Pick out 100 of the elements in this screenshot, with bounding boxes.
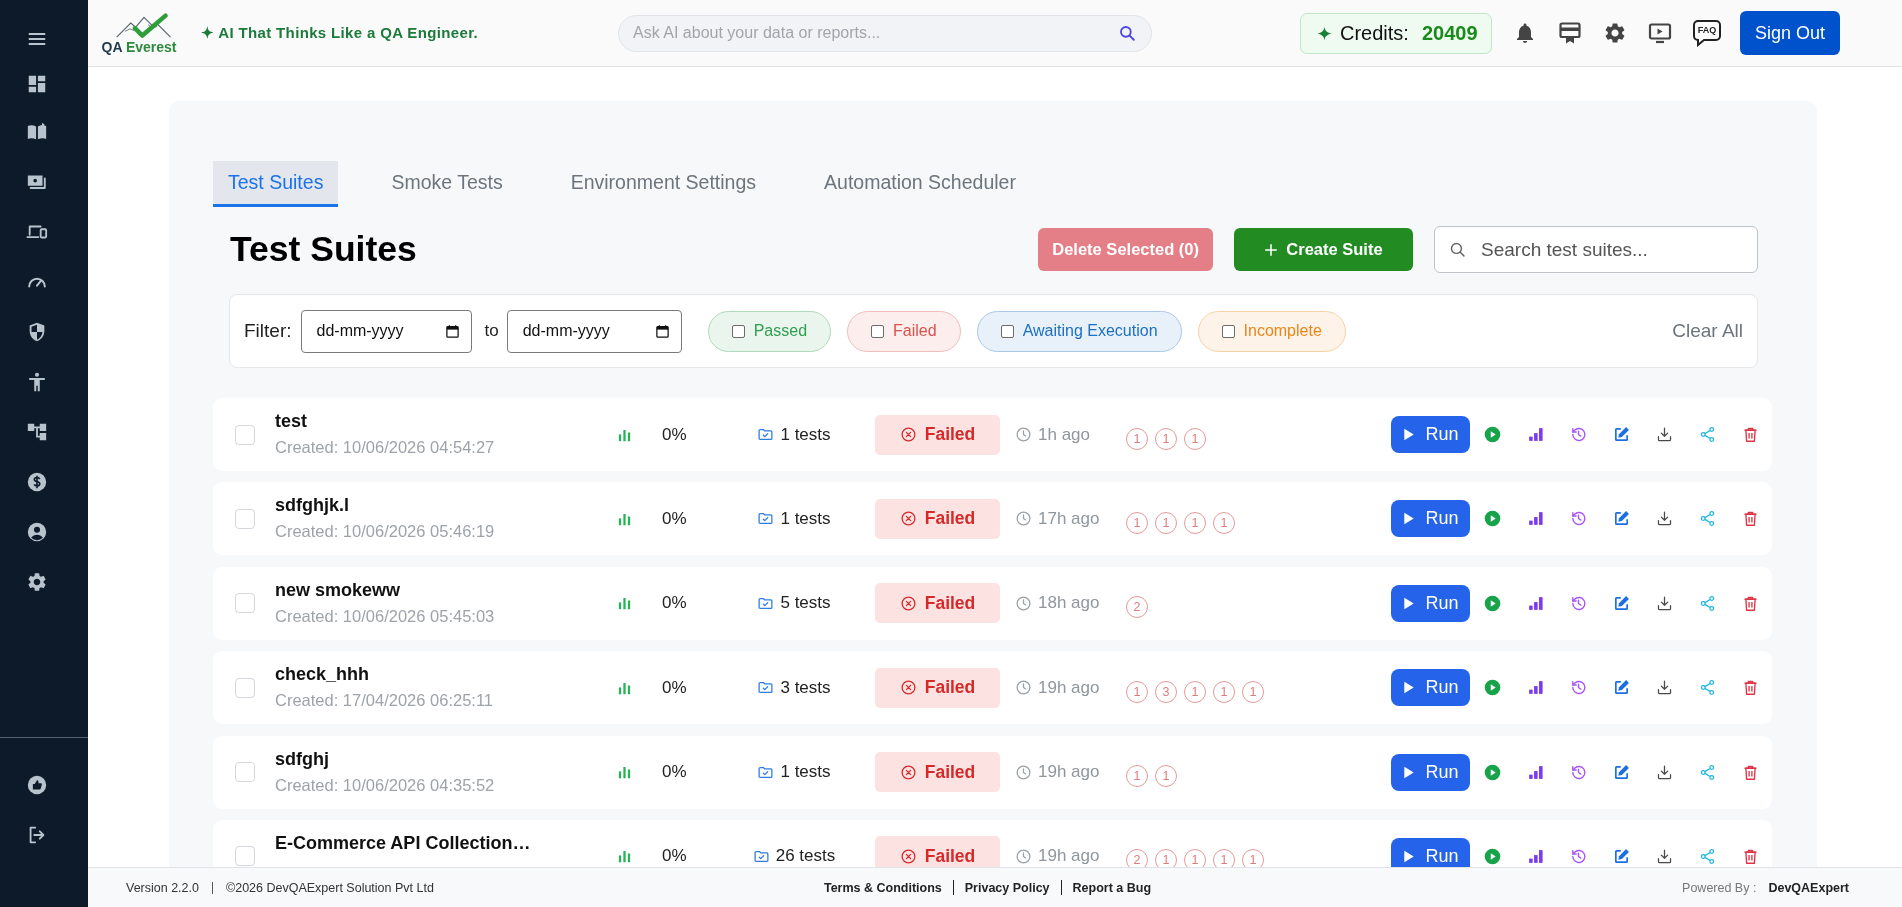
download-icon[interactable] [1656, 763, 1673, 781]
clock-icon [1015, 847, 1032, 865]
play-circle-icon[interactable] [1484, 426, 1501, 443]
play-circle-icon[interactable] [1484, 679, 1501, 697]
run-button[interactable]: Run [1391, 500, 1470, 538]
suite-name[interactable]: check_hhh [275, 663, 370, 686]
run-button[interactable]: Run [1391, 837, 1470, 867]
trash-icon[interactable] [1742, 679, 1759, 697]
signal-bars-icon[interactable] [1527, 510, 1544, 528]
run-button[interactable]: Run [1391, 753, 1470, 791]
user-icon[interactable] [26, 521, 48, 543]
history-icon[interactable] [1570, 679, 1587, 697]
dollar-icon[interactable] [26, 471, 48, 493]
status-label: Failed [924, 761, 976, 783]
edit-icon[interactable] [1613, 594, 1630, 612]
history-icon[interactable] [1570, 847, 1587, 865]
download-icon[interactable] [1656, 594, 1673, 612]
row-checkbox[interactable] [235, 593, 255, 614]
row-checkbox[interactable] [235, 762, 255, 783]
row-checkbox[interactable] [235, 424, 255, 445]
video-icon[interactable] [1648, 21, 1672, 45]
run-button[interactable]: Run [1391, 584, 1470, 622]
created-date: Created: 10/06/2026 04:54:27 [275, 437, 495, 457]
suite-name[interactable]: sdfghjk.l [275, 494, 349, 517]
edit-icon[interactable] [1613, 763, 1630, 781]
search-icon[interactable] [1118, 24, 1137, 42]
signal-bars-icon[interactable] [1527, 426, 1544, 443]
calendar-icon[interactable] [444, 323, 460, 339]
edit-icon[interactable] [1613, 510, 1630, 528]
signal-bars-icon[interactable] [1527, 847, 1544, 865]
run-button[interactable]: Run [1391, 416, 1470, 453]
edit-icon[interactable] [1613, 847, 1630, 865]
trash-icon[interactable] [1742, 847, 1759, 865]
trash-icon[interactable] [1742, 510, 1759, 528]
calendar-icon[interactable] [654, 323, 670, 339]
edit-icon[interactable] [1613, 679, 1630, 697]
row-checkbox[interactable] [235, 508, 255, 529]
bar-chart-icon [617, 764, 632, 781]
run-button[interactable]: Run [1391, 669, 1470, 707]
faq-button[interactable]: FAQ [1692, 19, 1722, 47]
signal-bars-icon[interactable] [1527, 679, 1544, 697]
history-icon[interactable] [1570, 763, 1587, 781]
tab[interactable]: Environment Settings [555, 161, 772, 207]
chip-checkbox[interactable] [871, 324, 885, 338]
play-circle-icon[interactable] [1484, 847, 1501, 865]
edit-icon[interactable] [1613, 426, 1630, 443]
tagline: ✦ AI That Thinks Like a QA Engineer. [201, 24, 479, 42]
suite-name[interactable]: new smokeww [275, 578, 401, 601]
dashboard-icon[interactable] [26, 73, 48, 95]
play-icon [1402, 511, 1417, 527]
history-icon[interactable] [1570, 426, 1587, 443]
trash-icon[interactable] [1742, 426, 1759, 443]
gear-icon[interactable] [26, 571, 48, 593]
suite-search-field[interactable]: Search test suites... [1434, 226, 1758, 273]
filter-chip[interactable]: Passed [707, 310, 832, 352]
tab[interactable]: Test Suites [213, 161, 339, 207]
accessibility-icon[interactable] [26, 371, 48, 393]
hierarchy-icon[interactable] [26, 421, 48, 443]
filter-chip[interactable]: Failed [847, 310, 961, 352]
chip-checkbox[interactable] [731, 324, 745, 338]
filter-chip[interactable]: Awaiting Execution [976, 310, 1182, 352]
row-checkbox[interactable] [235, 846, 255, 867]
download-icon[interactable] [1656, 679, 1673, 697]
chip-checkbox[interactable] [1221, 324, 1235, 338]
date-from-field[interactable]: dd-mm-yyyy [300, 309, 472, 353]
tab[interactable]: Smoke Tests [376, 161, 518, 207]
date-to-field[interactable]: dd-mm-yyyy [506, 309, 682, 353]
row-checkbox[interactable] [235, 677, 255, 698]
play-circle-icon[interactable] [1484, 510, 1501, 528]
ai-search-field[interactable]: Ask AI about your data or reports... [618, 14, 1153, 52]
footer-link[interactable]: Privacy Policy [964, 880, 1050, 895]
download-icon[interactable] [1656, 510, 1673, 528]
status-label: Failed [924, 677, 976, 699]
certificate-icon[interactable] [1558, 21, 1582, 45]
signal-bars-icon[interactable] [1527, 594, 1544, 612]
thumbs-up-icon[interactable] [26, 774, 48, 796]
history-icon[interactable] [1570, 594, 1587, 612]
settings-icon[interactable] [1603, 21, 1627, 45]
download-icon[interactable] [1656, 847, 1673, 865]
create-suite-button[interactable]: Create Suite [1234, 228, 1413, 271]
status-label: Failed [924, 592, 976, 614]
trash-icon[interactable] [1742, 763, 1759, 781]
clock-icon [1015, 594, 1032, 612]
chip-checkbox[interactable] [1000, 324, 1014, 338]
suite-name[interactable]: E-Commerce API Collection… [275, 831, 531, 854]
signal-bars-icon[interactable] [1527, 763, 1544, 781]
trash-icon[interactable] [1742, 594, 1759, 612]
page-title: Test Suites [230, 229, 417, 270]
tab[interactable]: Automation Scheduler [809, 161, 1031, 207]
last-run-time: 17h ago [1038, 508, 1100, 529]
clear-all-button[interactable]: Clear All [1672, 320, 1743, 342]
download-icon[interactable] [1656, 426, 1673, 443]
suite-name[interactable]: test [275, 410, 307, 432]
footer-link[interactable]: Report a Bug [1072, 880, 1152, 895]
sign-out-button[interactable]: Sign Out [1740, 11, 1840, 55]
history-icon[interactable] [1570, 510, 1587, 528]
play-circle-icon[interactable] [1484, 594, 1501, 612]
suite-name[interactable]: sdfghj [275, 747, 329, 770]
play-circle-icon[interactable] [1484, 763, 1501, 781]
footer-link[interactable]: Terms & Conditions [823, 880, 942, 895]
